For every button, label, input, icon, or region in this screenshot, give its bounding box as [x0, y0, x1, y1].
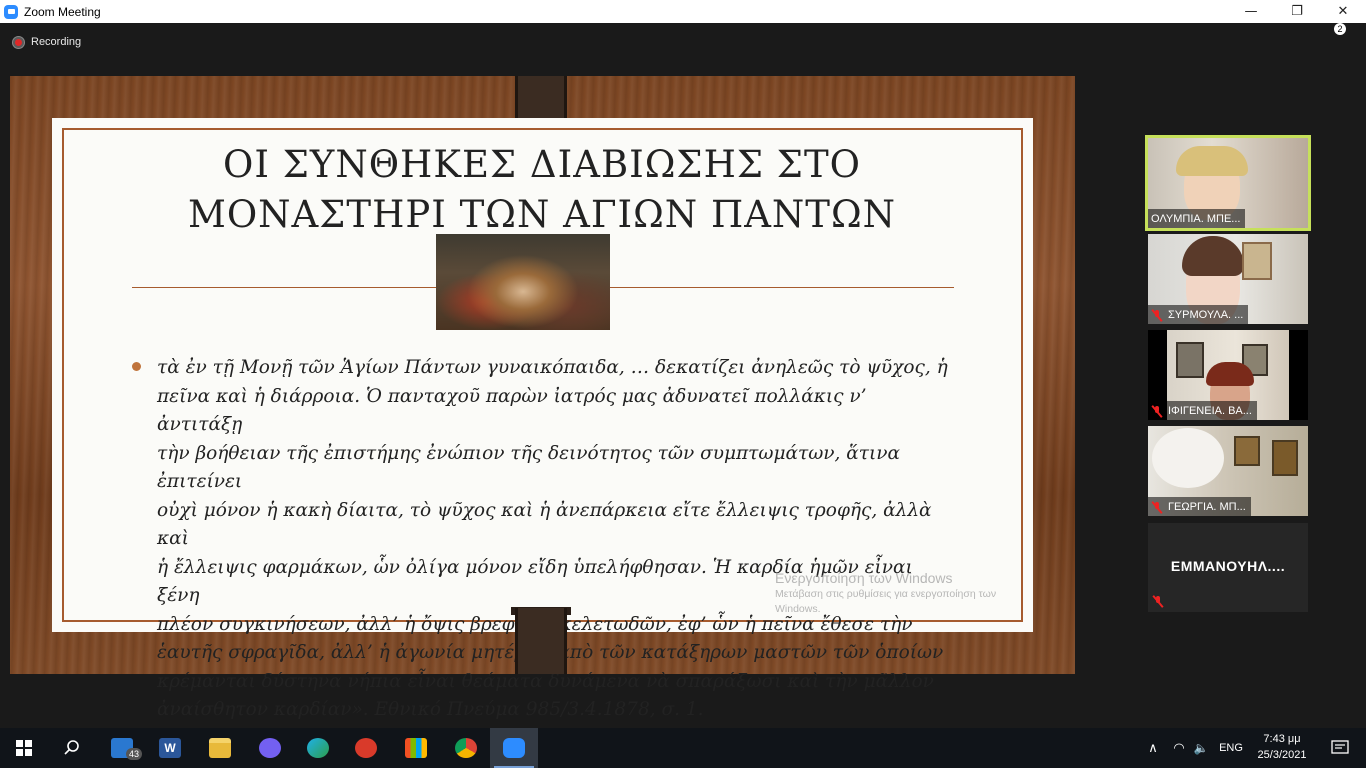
mic-muted-icon	[1152, 595, 1164, 607]
tray-overflow-button[interactable]: ∧	[1144, 728, 1162, 768]
notification-icon	[1331, 740, 1349, 754]
viber-icon	[259, 738, 281, 758]
body-line: τὰ ἐν τῇ Μονῇ τῶν Ἁγίων Πάντων γυναικόπα…	[157, 357, 948, 378]
body-line: οὐχὶ μόνον ἡ κακὴ δίαιτα, τὸ ψῦχος καὶ ἡ…	[157, 499, 932, 550]
notification-count-badge: 2	[1334, 23, 1346, 35]
participant-tile-2[interactable]: ΣΥΡΜΟΥΛΑ. ...	[1148, 234, 1308, 324]
watermark-title: Ενεργοποίηση των Windows	[775, 570, 953, 586]
minimize-button[interactable]: —	[1228, 0, 1274, 23]
participant-name-bar: ΓΕΩΡΓΙΑ. ΜΠ...	[1148, 497, 1251, 516]
mic-muted-icon	[1151, 405, 1163, 417]
taskbar-chrome[interactable]	[442, 728, 490, 768]
chrome-icon	[455, 738, 477, 758]
taskbar-zoom[interactable]	[490, 728, 538, 768]
window-title: Zoom Meeting	[24, 4, 101, 19]
mic-muted-icon	[1151, 309, 1163, 321]
search-button[interactable]	[48, 728, 96, 768]
participant-name-bar: ΟΛΥΜΠΙΑ. ΜΠΕ...	[1148, 209, 1246, 228]
taskbar-edge[interactable]	[294, 728, 342, 768]
taskbar-file-explorer[interactable]	[196, 728, 244, 768]
clock-date: 25/3/2021	[1257, 749, 1307, 761]
language-button[interactable]: ENG	[1216, 728, 1246, 768]
participant-tile-5[interactable]: ΕΜΜΑΝΟΥΗΛ....	[1148, 523, 1308, 612]
taskbar-viber[interactable]	[246, 728, 294, 768]
edge-icon	[307, 738, 329, 758]
body-line: πεῖνα καὶ ἡ διάρροια. Ὁ πανταχοῦ παρὼν ἰ…	[157, 385, 867, 436]
store-icon	[405, 738, 427, 758]
strap-bottom	[515, 608, 567, 674]
window-controls: — ❐ ✕	[1228, 0, 1366, 23]
window-titlebar: Zoom Meeting — ❐ ✕	[0, 0, 1366, 23]
participant-tile-1[interactable]: ΟΛΥΜΠΙΑ. ΜΠΕ...	[1145, 135, 1311, 231]
participant-name: ΟΛΥΜΠΙΑ. ΜΠΕ...	[1151, 212, 1241, 225]
search-icon	[64, 740, 79, 755]
watermark-subtitle-2: Windows.	[775, 603, 821, 615]
network-button[interactable]: ◠	[1168, 728, 1190, 768]
folder-icon	[209, 738, 231, 758]
bullet-icon	[132, 362, 141, 371]
participant-video	[1152, 428, 1224, 488]
windows-activation-watermark: Ενεργοποίηση των Windows Μετάβαση στις ρ…	[775, 569, 1045, 617]
slide-title-line-2: ΜΟΝΑΣΤΗΡΙ ΤΩΝ ΑΓΙΩΝ ΠΑΝΤΩΝ	[187, 193, 897, 236]
participant-hair	[1182, 236, 1244, 276]
windows-taskbar: 43 W ∧ ◠ 🔈 ENG 7:43 μμ 25/3/2021	[0, 728, 1366, 768]
participant-hair	[1206, 362, 1254, 386]
participant-name: ΣΥΡΜΟΥΛΑ. ...	[1168, 308, 1244, 321]
taskbar-word[interactable]: W	[146, 728, 194, 768]
historical-painting-image	[436, 234, 610, 330]
wall-frame-image	[1234, 436, 1260, 466]
participant-tile-4[interactable]: ΓΕΩΡΓΙΑ. ΜΠ...	[1148, 426, 1308, 516]
mail-unread-badge: 43	[126, 748, 143, 760]
slide-title: ΟΙ ΣΥΝΘΗΚΕΣ ΔΙΑΒΙΩΣΗΣ ΣΤΟ ΜΟΝΑΣΤΗΡΙ ΤΩΝ …	[112, 140, 972, 240]
record-icon	[13, 36, 24, 48]
word-icon: W	[159, 738, 181, 758]
close-button[interactable]: ✕	[1320, 0, 1366, 23]
zoom-icon	[503, 738, 525, 758]
recording-indicator[interactable]: Recording	[13, 36, 81, 48]
recording-label: Recording	[31, 36, 82, 48]
language-label: ENG	[1219, 742, 1243, 754]
taskbar-clock[interactable]: 7:43 μμ 25/3/2021	[1248, 731, 1316, 763]
wifi-icon: ◠	[1173, 740, 1185, 756]
watermark-subtitle-1: Μετάβαση στις ρυθμίσεις για ενεργοποίηση…	[775, 588, 997, 600]
mic-muted-icon	[1151, 501, 1163, 513]
maximize-button[interactable]: ❐	[1274, 0, 1320, 23]
notifications-button[interactable]	[1320, 728, 1360, 768]
red-app-icon	[355, 738, 377, 758]
body-line: τὴν βοήθειαν τῆς ἐπιστήμης ἐνώπιον τῆς δ…	[157, 442, 901, 493]
start-button[interactable]	[0, 728, 48, 768]
wall-frame-image	[1272, 440, 1298, 476]
participant-name-bar: ΙΦΙΓΕΝΕΙΑ. ΒΑ...	[1148, 401, 1257, 420]
participant-tile-3[interactable]: ΙΦΙΓΕΝΕΙΑ. ΒΑ...	[1148, 330, 1308, 420]
clock-time: 7:43 μμ	[1263, 733, 1301, 745]
volume-button[interactable]: 🔈	[1190, 728, 1212, 768]
chevron-up-icon: ∧	[1148, 740, 1158, 756]
taskbar-app-red[interactable]	[342, 728, 390, 768]
participant-hair	[1176, 146, 1248, 176]
windows-logo-icon	[16, 740, 32, 756]
slide-title-line-1: ΟΙ ΣΥΝΘΗΚΕΣ ΔΙΑΒΙΩΣΗΣ ΣΤΟ	[223, 143, 861, 186]
participant-name: ΓΕΩΡΓΙΑ. ΜΠ...	[1168, 500, 1246, 513]
wall-frame-image	[1242, 242, 1272, 280]
body-line: ἀναίσθητον καρδίαν». Εθνικό Πνεύμα 985/3…	[157, 699, 704, 720]
taskbar-store[interactable]	[392, 728, 440, 768]
participant-name: ΕΜΜΑΝΟΥΗΛ....	[1170, 558, 1286, 574]
wall-frame-image	[1176, 342, 1204, 378]
slide-paper: ΟΙ ΣΥΝΘΗΚΕΣ ΔΙΑΒΙΩΣΗΣ ΣΤΟ ΜΟΝΑΣΤΗΡΙ ΤΩΝ …	[52, 118, 1033, 720]
volume-icon: 🔈	[1193, 741, 1209, 755]
participant-name-bar: ΣΥΡΜΟΥΛΑ. ...	[1148, 305, 1249, 324]
participant-name: ΙΦΙΓΕΝΕΙΑ. ΒΑ...	[1168, 404, 1252, 417]
zoom-app-icon	[4, 4, 18, 19]
